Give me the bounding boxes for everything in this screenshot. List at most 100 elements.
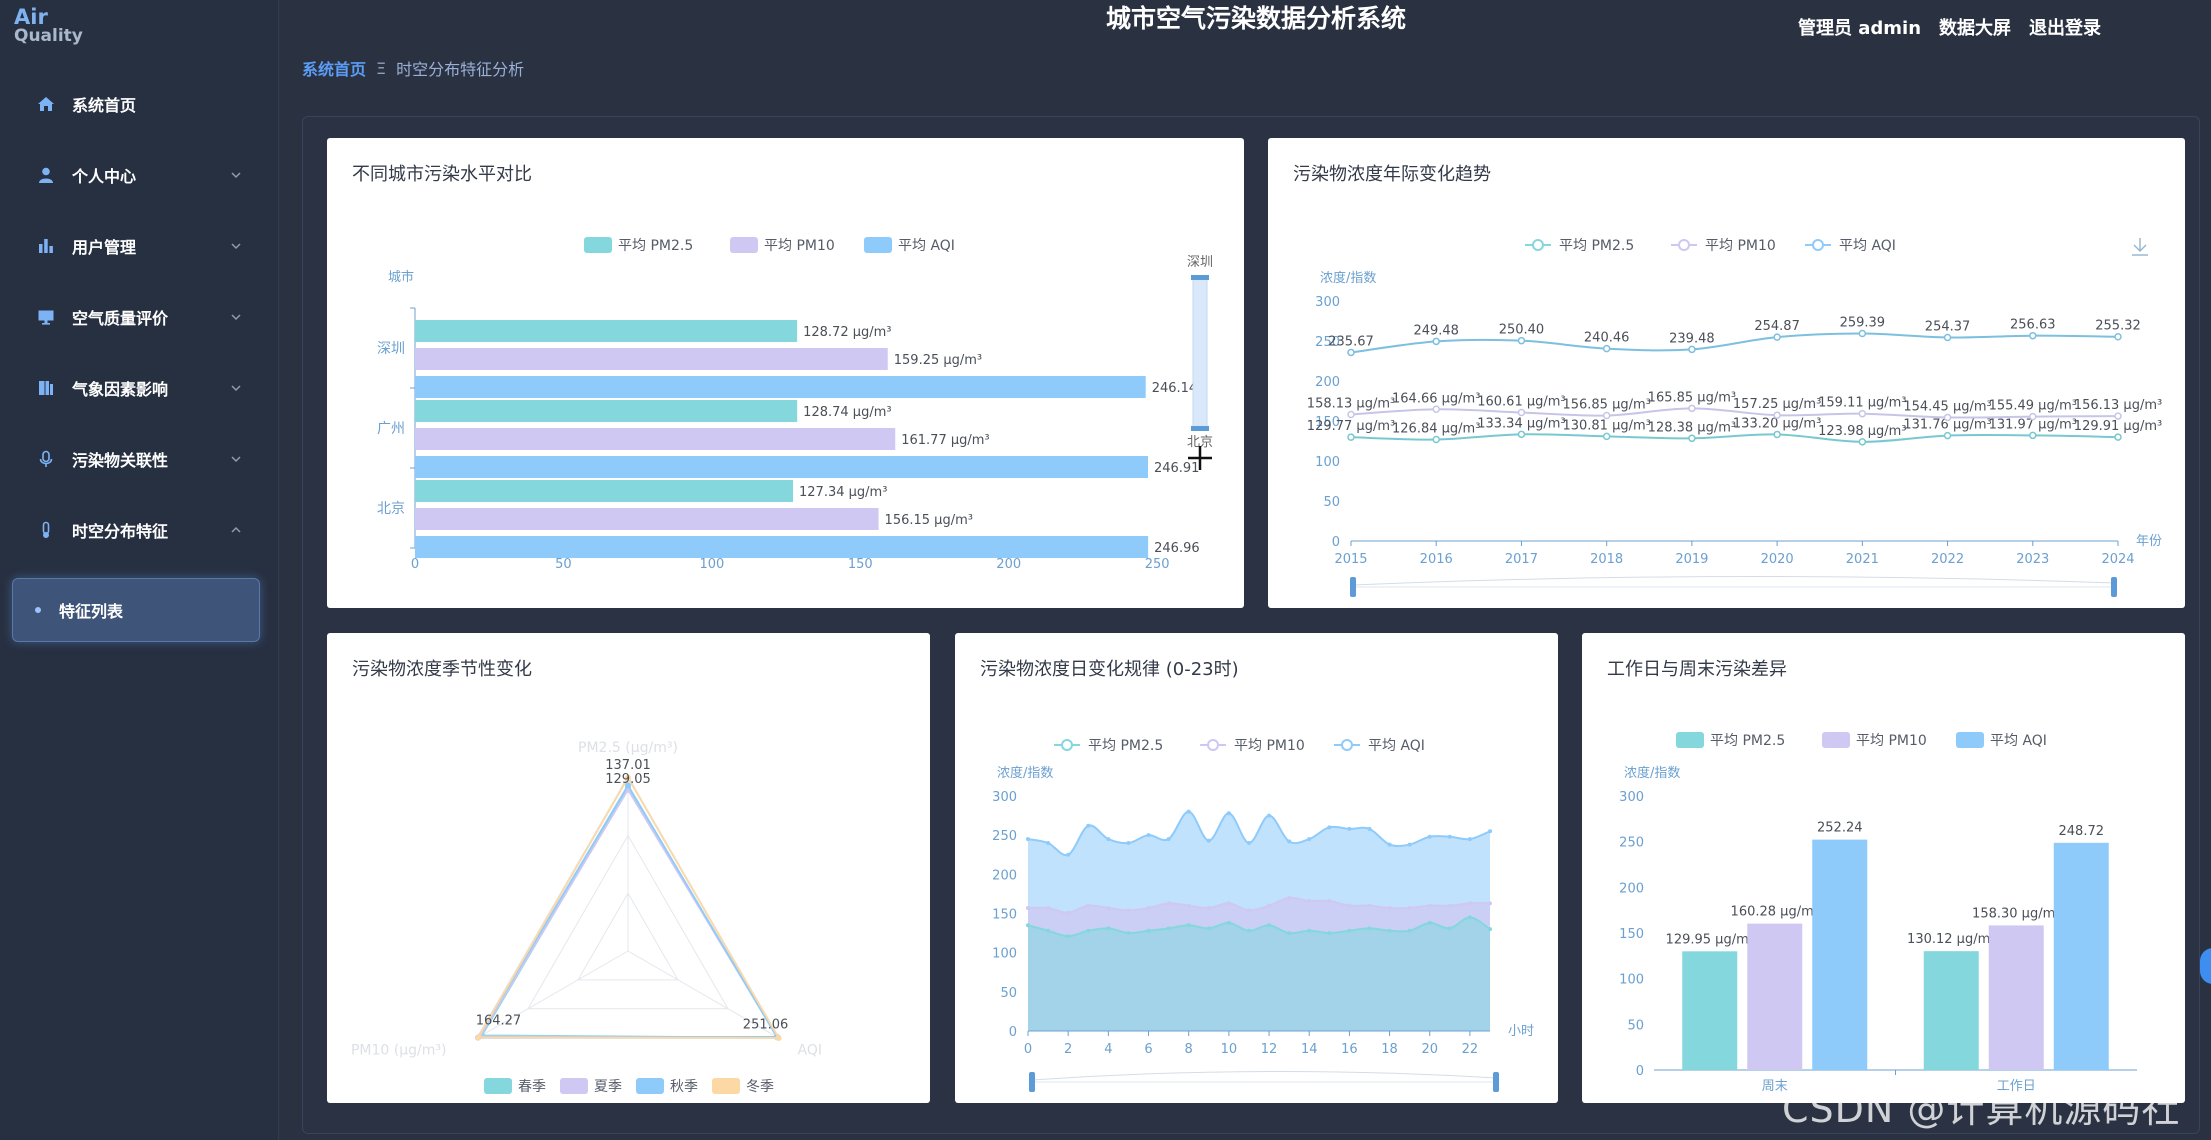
data-label: 159.11 μg/m³ xyxy=(1818,396,1906,411)
data-label: 157.25 μg/m³ xyxy=(1733,397,1821,412)
y-tick-label: 250 xyxy=(1619,836,1644,851)
sidebar: Air Quality 系统首页 个人中心 用户管理 空气质量评价 气象因素影响 xyxy=(0,0,279,1140)
data-label: 164.27 xyxy=(476,1014,522,1029)
sidebar-item-profile[interactable]: 个人中心 xyxy=(0,139,278,210)
data-point xyxy=(1602,432,1611,441)
data-label: 127.34 μg/m³ xyxy=(799,485,887,500)
x-tick-label: 0 xyxy=(1024,1042,1032,1057)
data-label: 165.85 μg/m³ xyxy=(1648,390,1736,405)
data-screen-link[interactable]: 数据大屏 xyxy=(1939,14,2011,40)
data-label: 156.85 μg/m³ xyxy=(1562,398,1650,413)
bullet-icon xyxy=(35,607,41,613)
submenu-label: 特征列表 xyxy=(59,602,124,621)
x-tick-label: 4 xyxy=(1104,1042,1112,1057)
data-point xyxy=(1246,908,1251,913)
x-tick-label: 2023 xyxy=(2016,552,2049,567)
data-label: 123.98 μg/m³ xyxy=(1818,424,1906,439)
admin-user-link[interactable]: 管理员 admin xyxy=(1798,14,1921,40)
datazoom-handle-right xyxy=(2111,577,2117,597)
chevron-down-icon xyxy=(231,171,241,178)
data-label: 130.81 μg/m³ xyxy=(1562,418,1650,433)
data-point xyxy=(1347,348,1355,357)
breadcrumb-home[interactable]: 系统首页 xyxy=(302,56,366,80)
data-point xyxy=(1046,841,1051,845)
yearly-line-chart: 平均 PM2.5 平均 PM10 平均 AQI浓度/指数05010015020025… xyxy=(1307,238,2162,597)
y-tick-label: 150 xyxy=(992,908,1017,923)
card-seasonal: 污染物浓度季节性变化 PM2.5 (μg/m³) PM10 (μg/m³) AQI 1… xyxy=(327,633,930,1103)
bar xyxy=(415,508,879,530)
data-point xyxy=(1246,928,1251,933)
x-tick-label: 2021 xyxy=(1846,552,1879,567)
y-tick-label: 100 xyxy=(1315,455,1340,470)
data-label: 130.12 μg/m³ xyxy=(1907,932,1995,947)
sidebar-item-users[interactable]: 用户管理 xyxy=(0,210,278,281)
data-point xyxy=(1307,837,1312,842)
data-point xyxy=(1206,906,1211,911)
legend-swatch xyxy=(1812,239,1824,251)
radar-series xyxy=(478,788,780,1039)
legend-swatch xyxy=(1532,239,1544,251)
logout-link[interactable]: 退出登录 xyxy=(2029,14,2101,40)
chevron-down-icon xyxy=(231,242,241,249)
data-point xyxy=(1387,906,1392,911)
x-tick-label: 2 xyxy=(1064,1042,1072,1057)
data-label: 160.61 μg/m³ xyxy=(1477,395,1565,410)
data-label: 255.32 xyxy=(2095,319,2141,334)
legend-label: 平均 PM2.5 xyxy=(1710,733,1785,749)
data-label: 250.40 xyxy=(1499,323,1545,338)
data-point xyxy=(1488,927,1492,932)
data-point xyxy=(1046,906,1051,911)
legend-label: 平均 PM2.5 xyxy=(1559,238,1634,254)
data-point xyxy=(1943,431,1952,440)
radar-indicator-label: PM10 (μg/m³) xyxy=(351,1043,446,1059)
x-tick-label: 2018 xyxy=(1590,552,1623,567)
category-label: 广州 xyxy=(377,421,405,437)
sidebar-item-correlation[interactable]: 污染物关联性 xyxy=(0,423,278,494)
x-tick-label: 150 xyxy=(848,557,873,572)
data-point xyxy=(1106,837,1111,842)
sidebar-item-home[interactable]: 系统首页 xyxy=(0,68,278,139)
data-label: 156.15 μg/m³ xyxy=(885,513,973,528)
data-point xyxy=(1407,928,1412,933)
datazoom-shadow xyxy=(1031,1070,1497,1081)
data-label: 129.91 μg/m³ xyxy=(2074,419,2162,434)
legend-swatch xyxy=(1341,739,1353,751)
submenu-feature-list[interactable]: 特征列表 xyxy=(12,578,260,642)
data-point xyxy=(2114,332,2122,341)
data-point xyxy=(1602,344,1611,353)
legend-label: 夏季 xyxy=(594,1079,622,1095)
bar xyxy=(2053,842,2109,1070)
x-tick-label: 22 xyxy=(1462,1042,1479,1057)
data-point xyxy=(1943,413,1952,422)
x-tick-label: 200 xyxy=(996,557,1021,572)
side-toggle-button[interactable] xyxy=(2200,948,2211,984)
logo-line1: Air xyxy=(14,5,48,29)
data-point xyxy=(1432,405,1440,414)
data-point xyxy=(1267,923,1272,928)
x-tick-label: 18 xyxy=(1381,1042,1398,1057)
data-point xyxy=(1327,825,1332,830)
header-actions: 管理员 admin 数据大屏 退出登录 xyxy=(1798,14,2101,40)
bar xyxy=(415,428,896,450)
sidebar-item-weather[interactable]: 气象因素影响 xyxy=(0,352,278,423)
data-point xyxy=(1327,898,1332,903)
datazoom-handle-top xyxy=(1191,275,1209,280)
legend-label: 平均 PM10 xyxy=(1234,738,1305,754)
card-yearly-trend: 污染物浓度年际变化趋势 平均 PM2.5 平均 PM10 平均 AQI 浓度/指数 0 5… xyxy=(1268,138,2185,608)
x-tick-label: 100 xyxy=(699,557,724,572)
data-point xyxy=(1773,333,1781,341)
sidebar-item-spatiotemporal[interactable]: 时空分布特征 xyxy=(0,494,278,565)
data-point xyxy=(1688,434,1696,443)
data-point xyxy=(1307,928,1312,933)
legend-swatch xyxy=(1822,732,1850,748)
data-label: 160.28 μg/m³ xyxy=(1731,905,1819,920)
axis-label: 浓度/指数 xyxy=(1624,765,1680,781)
axis-label: 小时 xyxy=(1508,1024,1534,1039)
axis-label: 城市 xyxy=(388,269,414,285)
data-point xyxy=(1367,826,1372,831)
data-point xyxy=(1246,841,1251,845)
data-point xyxy=(1467,901,1472,906)
radar-indicator-label: PM2.5 (μg/m³) xyxy=(578,740,678,756)
legend-label: 平均 PM10 xyxy=(1856,733,1927,749)
sidebar-item-air-quality[interactable]: 空气质量评价 xyxy=(0,281,278,352)
